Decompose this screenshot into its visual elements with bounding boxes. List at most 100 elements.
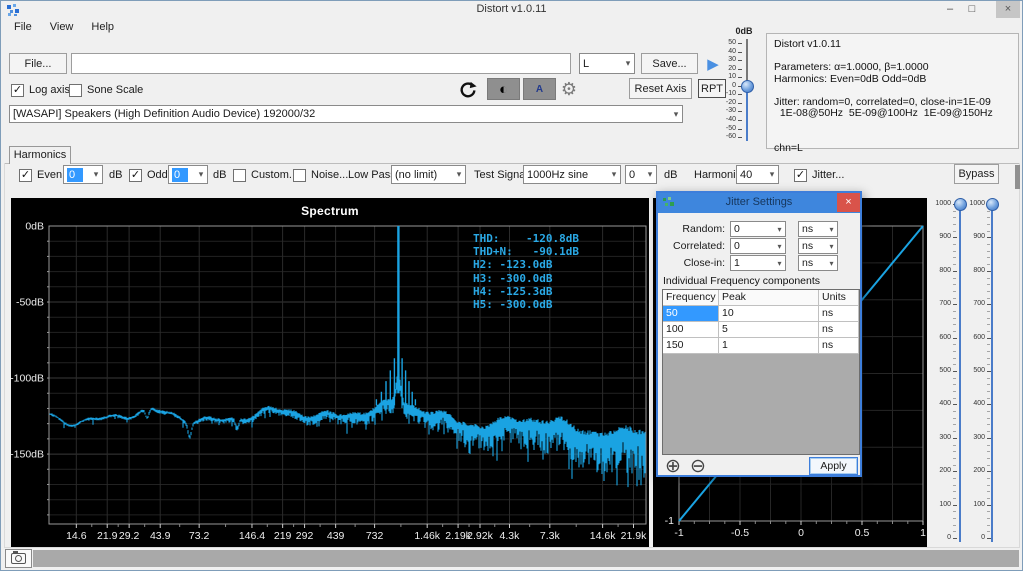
- table-cell[interactable]: 100: [663, 322, 719, 338]
- apply-button[interactable]: Apply: [809, 457, 858, 475]
- svg-text:73.2: 73.2: [189, 530, 210, 542]
- bypass-button[interactable]: Bypass: [954, 164, 999, 184]
- dialog-close-icon[interactable]: ×: [837, 193, 860, 212]
- slider-minor-tick: [987, 424, 990, 425]
- slider-minor-tick: [987, 431, 990, 432]
- svg-text:29.2: 29.2: [119, 530, 140, 542]
- rpt-button[interactable]: RPT: [698, 79, 726, 98]
- harmonics-count-select[interactable]: 40 ▾: [736, 165, 779, 184]
- slider-minor-tick: [953, 344, 956, 345]
- field-unit-select[interactable]: ns▾: [798, 238, 838, 254]
- slider-tick-label: 100: [967, 501, 985, 509]
- chevron-down-icon: ▾: [644, 169, 656, 180]
- field-unit-select[interactable]: ns▾: [798, 221, 838, 237]
- reset-axis-button[interactable]: Reset Axis: [629, 78, 692, 99]
- even-checkbox[interactable]: Even: [19, 168, 62, 182]
- table-cell[interactable]: ns: [819, 338, 859, 354]
- field-unit-select[interactable]: ns▾: [798, 255, 838, 271]
- slider-minor-tick: [987, 465, 990, 466]
- screenshot-button[interactable]: [5, 549, 32, 568]
- slider-minor-tick: [953, 465, 956, 466]
- slider-thumb[interactable]: [986, 198, 999, 211]
- table-row[interactable]: 1501ns: [663, 338, 859, 354]
- auto-button[interactable]: A: [523, 78, 556, 100]
- slider-minor-tick: [987, 344, 990, 345]
- slider-tick-label: 800: [931, 267, 951, 275]
- slider-tick: [953, 404, 957, 405]
- odd-db-select[interactable]: 0 ▾: [168, 165, 208, 184]
- menu-help[interactable]: Help: [82, 20, 123, 34]
- right-slider-2[interactable]: 10009008007006005004003002001000: [967, 191, 1011, 547]
- slider-tick: [953, 271, 957, 272]
- table-cell[interactable]: 5: [719, 322, 819, 338]
- field-value-select[interactable]: 1▾: [730, 255, 786, 271]
- noise-checkbox[interactable]: Noise...: [293, 168, 348, 182]
- menu-view[interactable]: View: [41, 20, 83, 34]
- signal-level-select[interactable]: 0 ▾: [625, 165, 657, 184]
- contrast-button[interactable]: ◐: [487, 78, 520, 100]
- table-cell[interactable]: 10: [719, 306, 819, 322]
- title-bar: Distort v1.0.11 – □ ×: [1, 1, 1022, 19]
- slider-tick: [738, 111, 742, 112]
- splitter-handle[interactable]: [1015, 165, 1020, 189]
- low-pass-select[interactable]: (no limit) ▾: [391, 165, 466, 184]
- svg-text:732: 732: [366, 530, 384, 542]
- even-db-label: dB: [109, 169, 122, 181]
- dialog-title-bar[interactable]: Jitter Settings ×: [658, 193, 860, 213]
- file-button[interactable]: File...: [9, 53, 67, 74]
- remove-row-button[interactable]: ⊖: [688, 457, 708, 477]
- table-cell[interactable]: 1: [719, 338, 819, 354]
- field-value-select[interactable]: 0▾: [730, 221, 786, 237]
- slider-thumb[interactable]: [954, 198, 967, 211]
- slider-minor-tick: [953, 491, 956, 492]
- add-row-button[interactable]: ⊕: [663, 457, 683, 477]
- chevron-down-icon: ▾: [826, 242, 837, 251]
- slider-track[interactable]: [959, 200, 961, 542]
- slider-minor-tick: [953, 418, 956, 419]
- jitter-frequency-table[interactable]: FrequencyPeakUnits5010ns1005ns1501ns: [662, 289, 860, 455]
- odd-checkbox[interactable]: Odd: [129, 168, 168, 182]
- svg-text:-100dB: -100dB: [11, 373, 44, 385]
- slider-thumb[interactable]: [741, 80, 754, 93]
- minimize-button[interactable]: –: [940, 1, 960, 18]
- field-value-select[interactable]: 0▾: [730, 238, 786, 254]
- slider-track[interactable]: [991, 200, 993, 542]
- slider-minor-tick: [987, 458, 990, 459]
- table-row[interactable]: 5010ns: [663, 306, 859, 322]
- custom-checkbox[interactable]: Custom...: [233, 168, 298, 182]
- save-button[interactable]: Save...: [641, 53, 698, 74]
- close-button[interactable]: ×: [996, 1, 1020, 18]
- slider-minor-tick: [987, 298, 990, 299]
- refresh-icon[interactable]: [456, 78, 480, 101]
- play-button[interactable]: ▶: [703, 53, 723, 74]
- table-cell[interactable]: 50: [663, 306, 719, 322]
- table-cell[interactable]: ns: [819, 322, 859, 338]
- slider-tick-label: 1000: [931, 200, 951, 208]
- channel-select[interactable]: L ▾: [579, 53, 635, 74]
- slider-minor-tick: [953, 525, 956, 526]
- log-axis-checkbox[interactable]: Log axis: [11, 83, 70, 97]
- jitter-checkbox[interactable]: Jitter...: [794, 168, 844, 182]
- sone-scale-checkbox[interactable]: Sone Scale: [69, 83, 143, 97]
- output-level-value: 0dB: [727, 26, 761, 36]
- table-cell[interactable]: 150: [663, 338, 719, 354]
- audio-device-select[interactable]: [WASAPI] Speakers (High Definition Audio…: [9, 105, 683, 123]
- slider-track[interactable]: [746, 86, 748, 141]
- slider-tick: [953, 304, 957, 305]
- menu-file[interactable]: File: [5, 20, 41, 34]
- even-db-select[interactable]: 0 ▾: [63, 165, 103, 184]
- spectrum-chart[interactable]: Spectrum 14.621.929.243.973.2146.4219292…: [11, 198, 649, 547]
- file-path-input[interactable]: [71, 53, 571, 74]
- maximize-button[interactable]: □: [962, 1, 982, 18]
- jitter-field-row: Correlated:0▾ns▾: [658, 238, 858, 254]
- table-cell[interactable]: ns: [819, 306, 859, 322]
- slider-track[interactable]: [746, 39, 748, 86]
- slider-minor-tick: [987, 244, 990, 245]
- slider-tick: [738, 120, 742, 121]
- tab-harmonics[interactable]: Harmonics: [9, 146, 71, 164]
- gear-icon[interactable]: ⚙: [557, 78, 581, 101]
- table-row[interactable]: 1005ns: [663, 322, 859, 338]
- slider-minor-tick: [953, 324, 956, 325]
- test-signal-select[interactable]: 1000Hz sine ▾: [523, 165, 621, 184]
- output-level-slider[interactable]: 0dB 50403020100-10-20-30-40-50-60: [723, 25, 767, 147]
